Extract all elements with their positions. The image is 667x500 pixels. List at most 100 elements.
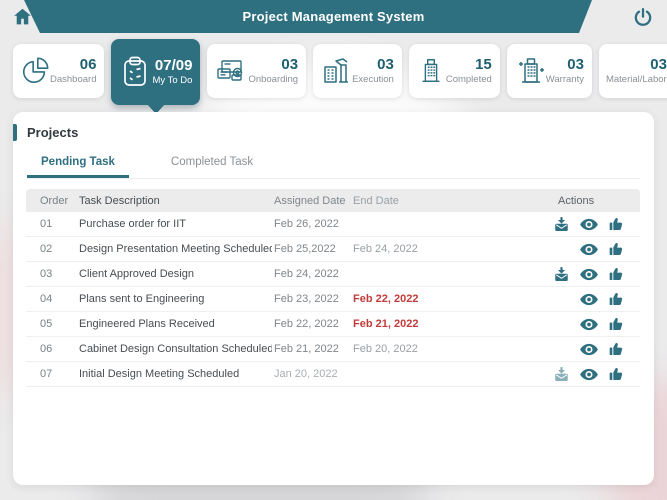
eye-icon[interactable] [580,218,598,231]
action-slot [575,266,602,283]
mail-receive-icon[interactable] [553,366,570,383]
pie-chart-icon [20,56,50,86]
stat-card-onboarding[interactable]: 03 Onboarding [207,44,307,98]
task-description: Cabinet Design Consultation Scheduled [79,343,272,355]
action-slot [603,216,630,233]
home-button[interactable] [11,7,33,29]
stat-count: 03 [377,55,394,73]
table-body: 01 Purchase order for IIT Feb 26, 2022 02 De… [26,212,640,387]
task-actions [546,316,634,332]
eye-icon[interactable] [580,318,598,331]
task-row-06: 06 Cabinet Design Consultation Scheduled F… [26,337,640,362]
thumbs-up-icon[interactable] [608,216,624,232]
task-order: 01 [40,218,53,230]
action-slot [575,291,602,307]
task-description: Plans sent to Engineering [79,293,205,305]
task-description: Engineered Plans Received [79,318,215,330]
mail-receive-icon[interactable] [553,266,570,283]
tasks-table: Order Task Description Assigned Date End Da… [26,189,640,387]
action-slot [575,216,602,233]
stat-card-my-to-do[interactable]: 07/09 My To Do [111,39,201,114]
clipboard-icon [118,54,152,90]
stat-label: Warranty [545,74,584,86]
task-description: Design Presentation Meeting Scheduled [79,243,272,255]
column-header-end-date: End Date [353,194,399,207]
task-assigned-date: Feb 26, 2022 [274,218,339,230]
stats-row: 06 Dashboard 07/09 My To Do 03 Onboarding 03 Ex… [13,39,667,114]
action-slot [548,316,575,332]
thumbs-up-icon[interactable] [608,366,624,382]
tab-pending-task[interactable]: Pending Task [27,150,129,178]
task-end-date: Feb 24, 2022 [353,243,418,255]
action-slot [603,341,630,357]
task-row-02: 02 Design Presentation Meeting Scheduled F… [26,237,640,262]
task-tabs: Pending Task Completed Task [27,150,640,179]
eye-icon[interactable] [580,243,598,256]
thumbs-up-icon[interactable] [608,266,624,282]
task-order: 07 [40,368,53,380]
thumbs-up-icon[interactable] [608,341,624,357]
action-slot [548,216,575,233]
action-slot [548,241,575,257]
task-row-04: 04 Plans sent to Engineering Feb 23, 2022 F… [26,287,640,312]
stat-label: Dashboard [50,74,97,86]
stat-card-text: 06 Dashboard [50,56,96,86]
eye-icon[interactable] [580,268,598,281]
stat-card-text: 07/09 My To Do [152,57,192,87]
task-assigned-date: Feb 22, 2022 [274,318,339,330]
task-order: 06 [40,343,53,355]
task-end-date: Feb 20, 2022 [353,343,418,355]
eye-icon[interactable] [580,368,598,381]
stat-card-material-labor-pos[interactable]: 03/02Material/Labor POs [598,44,667,98]
stat-count: 06 [79,55,97,73]
stat-card-text: 03/02Material/Labor POs [606,56,667,86]
eye-icon[interactable] [580,343,598,356]
building-crane-icon [320,55,352,87]
stat-count: 03 [567,55,584,73]
thumbs-up-icon[interactable] [608,291,624,307]
action-slot [548,266,575,283]
windows-gear-icon [214,56,248,86]
task-actions [546,291,634,307]
power-icon [633,7,653,30]
action-slot [603,316,630,332]
stat-card-completed[interactable]: 15 Completed [408,44,500,98]
screen: Project Management System 06 Dashboard 07/… [0,0,667,500]
projects-title-accent [13,124,17,141]
stat-card-warranty[interactable]: 03 Warranty [506,44,592,98]
task-order: 02 [40,243,53,255]
column-header-order: Order [40,194,69,207]
power-button[interactable] [632,7,654,29]
task-actions [546,266,634,283]
stat-label: Material/Labor POs [605,74,667,86]
task-description: Initial Design Meeting Scheduled [79,368,240,380]
column-header-task-description: Task Description [79,194,160,207]
thumbs-up-icon[interactable] [608,316,624,332]
task-order: 03 [40,268,53,280]
stat-count: 07/09 [154,56,193,74]
task-row-03: 03 Client Approved Design Feb 24, 2022 [26,262,640,287]
stat-card-text: 03 Execution [352,56,394,86]
stat-card-text: 15 Completed [446,56,492,86]
task-actions [546,341,634,357]
eye-icon[interactable] [580,293,598,306]
mail-receive-icon[interactable] [553,216,570,233]
action-slot [575,366,602,383]
stat-card-dashboard[interactable]: 06 Dashboard [13,44,105,98]
task-assigned-date: Jan 20, 2022 [274,368,338,380]
stat-label: My To Do [152,75,193,87]
stat-label: Completed [445,74,492,86]
column-header-actions: Actions [558,194,595,207]
thumbs-up-icon[interactable] [608,241,624,257]
column-header-assigned-date: Assigned Date [274,194,346,207]
building-icon [416,55,446,87]
task-actions [546,216,634,233]
stat-card-text: 03 Onboarding [248,56,298,86]
tab-completed-task[interactable]: Completed Task [157,150,267,178]
table-header-row: Order Task Description Assigned Date End Da… [26,189,640,212]
action-slot [575,316,602,332]
action-slot [548,366,575,383]
projects-title: Projects [27,125,79,140]
stat-label: Execution [352,74,394,86]
stat-card-execution[interactable]: 03 Execution [313,44,402,98]
